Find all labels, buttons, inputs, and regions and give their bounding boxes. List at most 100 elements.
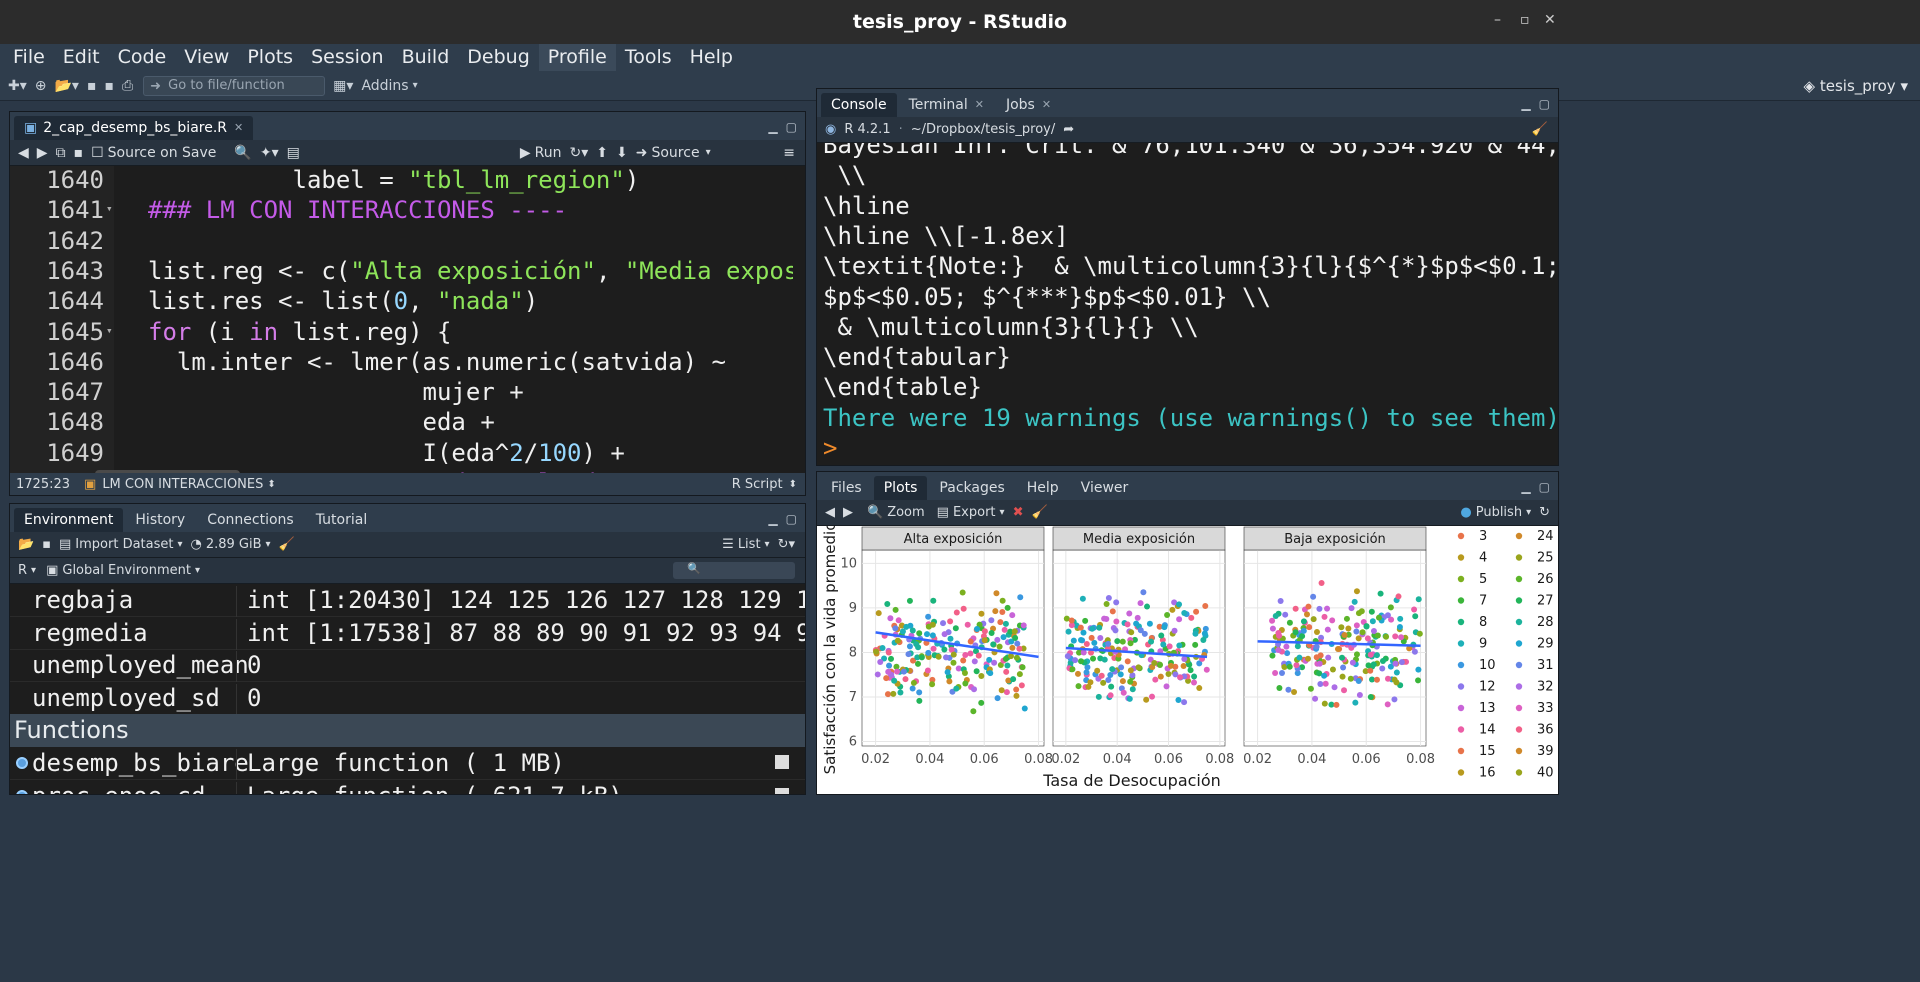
tab-tutorial[interactable]: Tutorial	[306, 508, 377, 532]
open-file-icon[interactable]: 📂▾	[55, 78, 79, 94]
menu-profile[interactable]: Profile	[538, 44, 616, 71]
goto-dir-icon[interactable]: ➦	[1063, 122, 1074, 137]
refresh-icon[interactable]: ↻▾	[778, 537, 795, 552]
code-line[interactable]: 1646 lm.inter <- lmer(as.numeric(satvida…	[10, 348, 793, 378]
code-line[interactable]: 1647 mujer +	[10, 378, 793, 408]
minimize-pane-icon[interactable]: ▁	[1521, 480, 1530, 494]
code-line[interactable]: 1643 list.reg <- c("Alta exposición", "Me…	[10, 257, 793, 287]
prev-plot-icon[interactable]: ◀	[825, 505, 835, 520]
rerun-icon[interactable]: ↻▾	[570, 145, 589, 161]
tab-packages[interactable]: Packages	[929, 476, 1014, 500]
maximize-pane-icon[interactable]: ▢	[786, 120, 797, 134]
code-line[interactable]: 1641 ▾ ### LM CON INTERACCIONES ----	[10, 196, 793, 226]
menu-file[interactable]: File	[4, 44, 54, 71]
close-tab-icon[interactable]: ✕	[1042, 93, 1051, 117]
env-row[interactable]: unemployed_sd 0	[10, 682, 805, 715]
tab-plots[interactable]: Plots	[873, 476, 928, 500]
scope-menu[interactable]: Global Environment	[62, 563, 191, 578]
code-editor[interactable]: 1640 label = "tbl_lm_region") 1641 ▾ ### LM…	[10, 166, 793, 485]
grid-layout-icon[interactable]: ▦▾	[333, 78, 353, 94]
save-workspace-icon[interactable]: ▪	[42, 537, 51, 552]
code-line[interactable]: 1649 I(eda^2/100) +	[10, 439, 793, 469]
section-name[interactable]: LM CON INTERACCIONES	[102, 477, 263, 492]
code-line[interactable]: 1648 eda +	[10, 408, 793, 438]
wand-icon[interactable]: ✦▾	[260, 145, 279, 161]
save-all-icon[interactable]: ▪	[104, 78, 114, 94]
editor-scrollbar[interactable]	[793, 166, 805, 485]
menu-help[interactable]: Help	[681, 44, 742, 71]
tab-console[interactable]: Console	[821, 93, 897, 117]
search-icon[interactable]: 🔍	[234, 145, 251, 161]
minimize-pane-icon[interactable]: ▁	[1521, 97, 1530, 111]
env-function-row[interactable]: proc_enoe_cd Large function ( 621.7 kB)	[10, 780, 805, 794]
down-icon[interactable]: ⬇	[616, 145, 628, 161]
print-icon[interactable]: ⎙	[122, 78, 133, 94]
code-line[interactable]: 1640 label = "tbl_lm_region")	[10, 166, 793, 196]
menu-session[interactable]: Session	[302, 44, 393, 71]
menu-debug[interactable]: Debug	[458, 44, 538, 71]
new-file-icon[interactable]: ✚▾	[8, 78, 27, 94]
code-line[interactable]: 1644 list.res <- list(0, "nada")	[10, 287, 793, 317]
tab-viewer[interactable]: Viewer	[1071, 476, 1139, 500]
code-line[interactable]: 1642	[10, 227, 793, 257]
env-row[interactable]: regbaja int [1:20430] 124 125 126 127 128…	[10, 584, 805, 617]
env-function-row[interactable]: desemp_bs_biare Large function ( 1 MB)	[10, 747, 805, 780]
tab-terminal[interactable]: Terminal ✕	[899, 93, 994, 117]
export-button[interactable]: Export	[953, 505, 996, 520]
env-row[interactable]: unemployed_mean 0	[10, 649, 805, 683]
import-dataset-button[interactable]: Import Dataset	[75, 537, 173, 552]
minimize-icon[interactable]: –	[1494, 12, 1501, 28]
language-menu[interactable]: R	[18, 563, 27, 578]
tab-help[interactable]: Help	[1017, 476, 1069, 500]
close-tab-icon[interactable]: ✕	[975, 93, 984, 117]
compile-report-icon[interactable]: ▤	[287, 145, 300, 161]
refresh-icon[interactable]: ↻	[1539, 505, 1550, 520]
outline-icon[interactable]: ≡	[783, 145, 795, 161]
maximize-pane-icon[interactable]: ▢	[1539, 480, 1550, 494]
tab-history[interactable]: History	[125, 508, 195, 532]
code-line[interactable]: 1645 ▾ for (i in list.reg) {	[10, 318, 793, 348]
minimize-pane-icon[interactable]: ▁	[768, 512, 777, 526]
restore-icon[interactable]: ▫	[1520, 12, 1530, 28]
memory-usage[interactable]: 2.89 GiB	[206, 537, 262, 552]
save-icon[interactable]: ▪	[87, 78, 97, 94]
maximize-pane-icon[interactable]: ▢	[1539, 97, 1550, 111]
console-prompt[interactable]: >	[823, 434, 837, 462]
project-menu[interactable]: ◈ tesis_proy ▾	[1804, 77, 1908, 95]
env-search-input[interactable]: 🔍	[673, 562, 795, 579]
clear-console-icon[interactable]: 🧹	[1532, 122, 1548, 137]
view-function-icon[interactable]	[775, 787, 789, 794]
file-type-menu[interactable]: R Script	[732, 477, 783, 492]
broom-icon[interactable]: 🧹	[1031, 505, 1047, 520]
up-icon[interactable]: ⬆	[596, 145, 608, 161]
maximize-pane-icon[interactable]: ▢	[786, 512, 797, 526]
save-icon[interactable]: ▪	[74, 145, 84, 161]
menu-edit[interactable]: Edit	[54, 44, 109, 71]
broom-icon[interactable]: 🧹	[279, 537, 295, 552]
addins-menu[interactable]: Addins	[361, 78, 408, 94]
run-button[interactable]: Run	[535, 145, 562, 161]
view-mode-menu[interactable]: List	[738, 537, 761, 552]
menu-code[interactable]: Code	[109, 44, 176, 71]
zoom-button[interactable]: Zoom	[887, 505, 924, 520]
close-icon[interactable]: ✕	[1544, 12, 1556, 28]
show-in-window-icon[interactable]: ⧉	[56, 145, 66, 161]
menu-view[interactable]: View	[175, 44, 238, 71]
new-project-icon[interactable]: ⊕	[35, 78, 47, 94]
load-workspace-icon[interactable]: 📂	[18, 537, 34, 552]
env-row[interactable]: regmedia int [1:17538] 87 88 89 90 91 92 …	[10, 617, 805, 650]
menu-build[interactable]: Build	[393, 44, 459, 71]
back-icon[interactable]: ◀	[18, 145, 29, 161]
forward-icon[interactable]: ▶	[37, 145, 48, 161]
goto-file-input[interactable]: ➜ Go to file/function	[143, 75, 326, 96]
next-plot-icon[interactable]: ▶	[843, 505, 853, 520]
console-output[interactable]: Bayesian Inf. Crit. & 76,101.340 & 36,35…	[817, 143, 1558, 465]
close-tab-icon[interactable]: ✕	[234, 116, 243, 140]
publish-button[interactable]: Publish	[1476, 505, 1522, 520]
remove-plot-icon[interactable]: ✖	[1013, 505, 1024, 520]
tab-files[interactable]: Files	[821, 476, 872, 500]
run-icon[interactable]: ▶	[520, 145, 531, 161]
source-on-save-checkbox[interactable]: ☐	[91, 145, 104, 161]
source-icon[interactable]: ➜	[636, 145, 648, 161]
minimize-pane-icon[interactable]: ▁	[768, 120, 777, 134]
